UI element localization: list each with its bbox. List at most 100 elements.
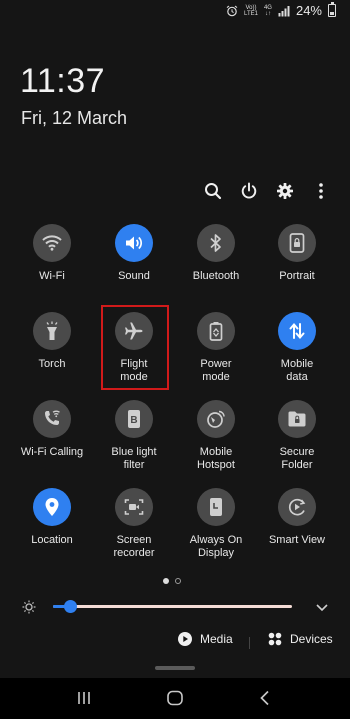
tile-screen-recorder-circle xyxy=(115,488,153,526)
tile-label: Wi-Fi Calling xyxy=(20,446,84,458)
tile-label: Mobile data xyxy=(280,358,314,383)
tile-portrait[interactable]: Portrait xyxy=(257,224,337,283)
alarm-icon xyxy=(226,5,238,16)
power-icon xyxy=(241,182,257,199)
home-icon xyxy=(167,690,183,706)
brightness-track[interactable] xyxy=(53,605,292,608)
tile-secure-folder-circle xyxy=(278,400,316,438)
tile-label: Flight mode xyxy=(120,358,148,383)
tile-label: Torch xyxy=(38,358,66,370)
tile-wifi-calling-circle xyxy=(33,400,71,438)
tile-label: Secure Folder xyxy=(279,446,315,471)
tile-smart-view[interactable]: Smart View xyxy=(257,488,337,547)
status-bar: Vo)) LTE1 4G ↓↑ 24% xyxy=(0,0,350,24)
media-devices-row: Media Devices xyxy=(0,632,350,654)
network-indicator: Vo)) LTE1 xyxy=(244,4,258,17)
tile-wifi-calling[interactable]: Wi-Fi Calling xyxy=(6,400,98,459)
navigation-bar xyxy=(0,678,350,719)
back-button[interactable] xyxy=(254,688,276,708)
brightness-control xyxy=(0,597,350,617)
devices-label: Devices xyxy=(290,632,333,646)
signal-icon xyxy=(278,5,290,16)
battery-percent: 24% xyxy=(295,3,322,18)
page-indicator xyxy=(163,578,181,584)
tile-always-on-display[interactable]: Always On Display xyxy=(176,488,256,560)
hotspot-icon xyxy=(207,410,225,428)
wifi-calling-icon xyxy=(45,410,60,425)
svg-text:B: B xyxy=(130,415,137,426)
torch-icon xyxy=(46,321,58,340)
page-dot[interactable] xyxy=(175,578,181,584)
bluetooth-icon xyxy=(210,234,221,252)
secure-folder-icon xyxy=(288,411,306,427)
settings-button[interactable] xyxy=(274,180,296,202)
network-gen: 4G ↓↑ xyxy=(263,4,272,17)
media-button[interactable]: Media xyxy=(178,632,233,646)
tile-sound[interactable]: Sound xyxy=(94,224,174,283)
power-button[interactable] xyxy=(238,180,260,202)
tile-screen-recorder[interactable]: Screen recorder xyxy=(94,488,174,560)
tile-power-mode-circle xyxy=(197,312,235,350)
tile-location[interactable]: Location xyxy=(12,488,92,547)
tile-bluetooth-circle xyxy=(197,224,235,262)
clock-time: 11:37 xyxy=(20,62,106,100)
brightness-thumb[interactable] xyxy=(64,600,77,613)
tile-label: Power mode xyxy=(200,358,232,383)
tile-label: Mobile Hotspot xyxy=(197,446,235,471)
blue-light-icon: B xyxy=(128,410,140,428)
screen-recorder-icon xyxy=(124,499,144,515)
more-vert-icon xyxy=(319,183,323,199)
tile-label: Blue light filter xyxy=(111,446,157,471)
tile-torch[interactable]: Torch xyxy=(12,312,92,371)
tile-label: Wi-Fi xyxy=(39,270,65,282)
home-button[interactable] xyxy=(164,688,186,708)
wifi-icon xyxy=(42,235,62,251)
tile-power-mode[interactable]: Power mode xyxy=(176,312,256,384)
tile-flight-mode[interactable]: Flight mode xyxy=(94,312,174,384)
airplane-icon xyxy=(125,322,143,340)
tile-always-on-display-circle xyxy=(197,488,235,526)
tile-label: Bluetooth xyxy=(192,270,240,282)
tile-sound-circle xyxy=(115,224,153,262)
search-button[interactable] xyxy=(202,180,224,202)
tile-label: Always On Display xyxy=(189,534,243,559)
recents-icon xyxy=(78,692,90,704)
tile-mobile-hotspot[interactable]: Mobile Hotspot xyxy=(176,400,256,472)
tile-mobile-data[interactable]: Mobile data xyxy=(257,312,337,384)
tile-wifi[interactable]: Wi-Fi xyxy=(12,224,92,283)
panel-drag-handle[interactable] xyxy=(155,666,195,670)
play-icon xyxy=(178,632,192,646)
always-on-display-icon xyxy=(210,498,222,516)
tile-blue-light-filter[interactable]: B Blue light filter xyxy=(94,400,174,472)
tile-label: Location xyxy=(31,534,73,546)
tile-bluetooth[interactable]: Bluetooth xyxy=(176,224,256,283)
tile-smart-view-circle xyxy=(278,488,316,526)
tile-secure-folder[interactable]: Secure Folder xyxy=(257,400,337,472)
power-mode-icon xyxy=(209,322,223,341)
recents-button[interactable] xyxy=(73,688,95,708)
mobile-data-icon xyxy=(289,322,305,340)
devices-button[interactable]: Devices xyxy=(268,632,333,646)
search-icon xyxy=(205,183,222,200)
clock-date: Fri, 12 March xyxy=(21,108,128,128)
tile-location-circle xyxy=(33,488,71,526)
panel-actions xyxy=(202,180,332,202)
gear-icon xyxy=(277,183,293,199)
smart-view-icon xyxy=(288,498,306,516)
more-options-button[interactable] xyxy=(310,180,332,202)
media-divider xyxy=(249,637,250,649)
tile-label: Portrait xyxy=(279,270,315,282)
sound-icon xyxy=(126,236,143,250)
tile-flight-mode-circle xyxy=(115,312,153,350)
tile-torch-circle xyxy=(33,312,71,350)
back-icon xyxy=(260,690,269,706)
devices-icon xyxy=(268,632,282,646)
tile-wifi-circle xyxy=(33,224,71,262)
chevron-down-icon[interactable] xyxy=(314,599,330,615)
media-label: Media xyxy=(200,632,233,646)
page-dot-current[interactable] xyxy=(163,578,169,584)
brightness-icon xyxy=(22,600,36,614)
tile-blue-light-filter-circle: B xyxy=(115,400,153,438)
tile-label: Screen recorder xyxy=(113,534,155,559)
tile-mobile-hotspot-circle xyxy=(197,400,235,438)
